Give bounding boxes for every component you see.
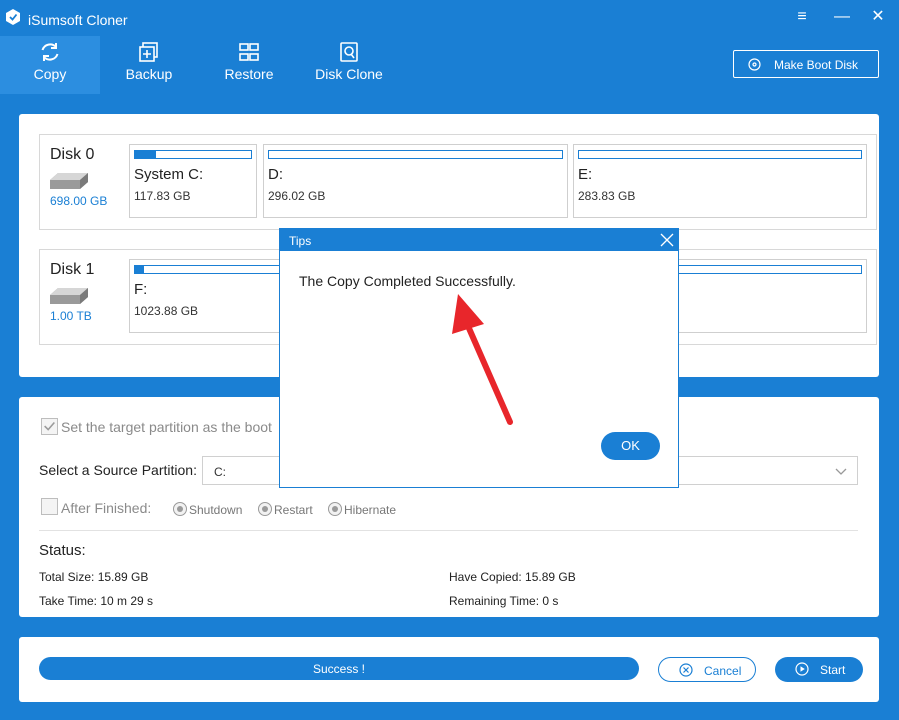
radio-restart[interactable] xyxy=(258,502,272,516)
dialog-message: The Copy Completed Successfully. xyxy=(299,273,516,289)
dialog-title: Tips xyxy=(289,234,312,248)
partition-name: E: xyxy=(578,166,593,183)
restore-icon xyxy=(239,43,259,61)
partition-usage-bar xyxy=(134,150,252,159)
partition-usage-bar xyxy=(578,150,862,159)
total-size: Total Size: 15.89 GB xyxy=(39,570,149,584)
menu-icon[interactable]: ≡ xyxy=(790,6,814,28)
tab-disk-clone-label: Disk Clone xyxy=(315,66,383,82)
boot-partition-label: Set the target partition as the boot xyxy=(61,419,272,435)
tab-restore-label: Restore xyxy=(224,66,274,82)
cancel-button[interactable]: Cancel xyxy=(658,657,756,682)
partition-size: 296.02 GB xyxy=(268,189,326,203)
tab-backup-label: Backup xyxy=(125,66,173,82)
ok-button[interactable]: OK xyxy=(601,432,660,460)
after-finished-checkbox[interactable] xyxy=(41,498,58,515)
dialog-header: Tips xyxy=(280,229,678,251)
disk-name: Disk 1 xyxy=(50,261,95,278)
app-logo-icon xyxy=(6,9,20,25)
partition-size: 117.83 GB xyxy=(134,189,191,203)
take-time: Take Time: 10 m 29 s xyxy=(39,594,154,608)
radio-hibernate[interactable] xyxy=(328,502,342,516)
tab-disk-clone[interactable]: Disk Clone xyxy=(299,36,399,94)
close-window-icon[interactable]: ✕ xyxy=(866,6,890,28)
cancel-icon xyxy=(679,663,693,677)
partition-name: System C: xyxy=(134,166,204,183)
partition-size: 1023.88 GB xyxy=(134,304,199,318)
app-title: iSumsoft Cloner xyxy=(28,12,128,28)
hard-drive-icon xyxy=(50,173,88,189)
tab-copy-label: Copy xyxy=(33,66,67,82)
remaining-time: Remaining Time: 0 s xyxy=(449,594,559,608)
divider xyxy=(39,530,858,531)
after-finished-label: After Finished: xyxy=(61,500,152,516)
source-partition-value: C: xyxy=(214,465,226,479)
partition-d[interactable]: D: 296.02 GB xyxy=(263,144,568,218)
start-label: Start xyxy=(820,663,846,677)
boot-partition-checkbox[interactable] xyxy=(41,418,58,435)
source-partition-label: Select a Source Partition: xyxy=(39,462,197,478)
radio-shutdown[interactable] xyxy=(173,502,187,516)
cancel-label: Cancel xyxy=(704,664,742,678)
radio-hibernate-label: Hibernate xyxy=(344,503,397,517)
disk-row-0: Disk 0 698.00 GB System C: 117.83 GB D: … xyxy=(39,134,877,230)
radio-restart-label: Restart xyxy=(274,503,313,517)
tab-copy[interactable]: Copy xyxy=(0,36,100,94)
red-arrow-icon xyxy=(452,294,513,425)
title-bar: iSumsoft Cloner ≡ — ✕ xyxy=(0,0,899,36)
start-button[interactable]: Start xyxy=(775,657,863,682)
checkmark-icon xyxy=(44,422,55,431)
make-boot-disk-button[interactable]: Make Boot Disk xyxy=(733,50,879,78)
chevron-down-icon xyxy=(835,468,847,475)
disc-icon xyxy=(748,58,761,71)
progress-bar: Success ! xyxy=(39,657,639,680)
partition-system-c[interactable]: System C: 117.83 GB xyxy=(129,144,257,218)
close-icon[interactable] xyxy=(660,233,674,247)
tab-restore[interactable]: Restore xyxy=(199,36,299,94)
status-heading: Status: xyxy=(39,542,86,559)
partition-name: D: xyxy=(268,166,283,183)
action-panel: Success ! Cancel Start xyxy=(19,637,879,702)
have-copied: Have Copied: 15.89 GB xyxy=(449,570,576,584)
partition-e[interactable]: E: 283.83 GB xyxy=(573,144,867,218)
partition-name: F: xyxy=(134,281,148,298)
disk-size: 698.00 GB xyxy=(50,194,108,208)
partition-usage-bar xyxy=(268,150,563,159)
tab-backup[interactable]: Backup xyxy=(99,36,199,94)
backup-icon xyxy=(139,42,158,62)
radio-shutdown-label: Shutdown xyxy=(189,503,243,517)
disk-clone-icon xyxy=(340,42,358,62)
disk-size: 1.00 TB xyxy=(50,309,92,323)
disk-name: Disk 0 xyxy=(50,146,95,163)
partition-size: 283.83 GB xyxy=(578,189,636,203)
minimize-icon[interactable]: — xyxy=(830,6,854,28)
play-icon xyxy=(795,662,809,676)
progress-text: Success ! xyxy=(312,662,366,676)
make-boot-disk-label: Make Boot Disk xyxy=(774,58,859,72)
refresh-icon xyxy=(41,43,59,61)
hard-drive-icon xyxy=(50,288,88,304)
